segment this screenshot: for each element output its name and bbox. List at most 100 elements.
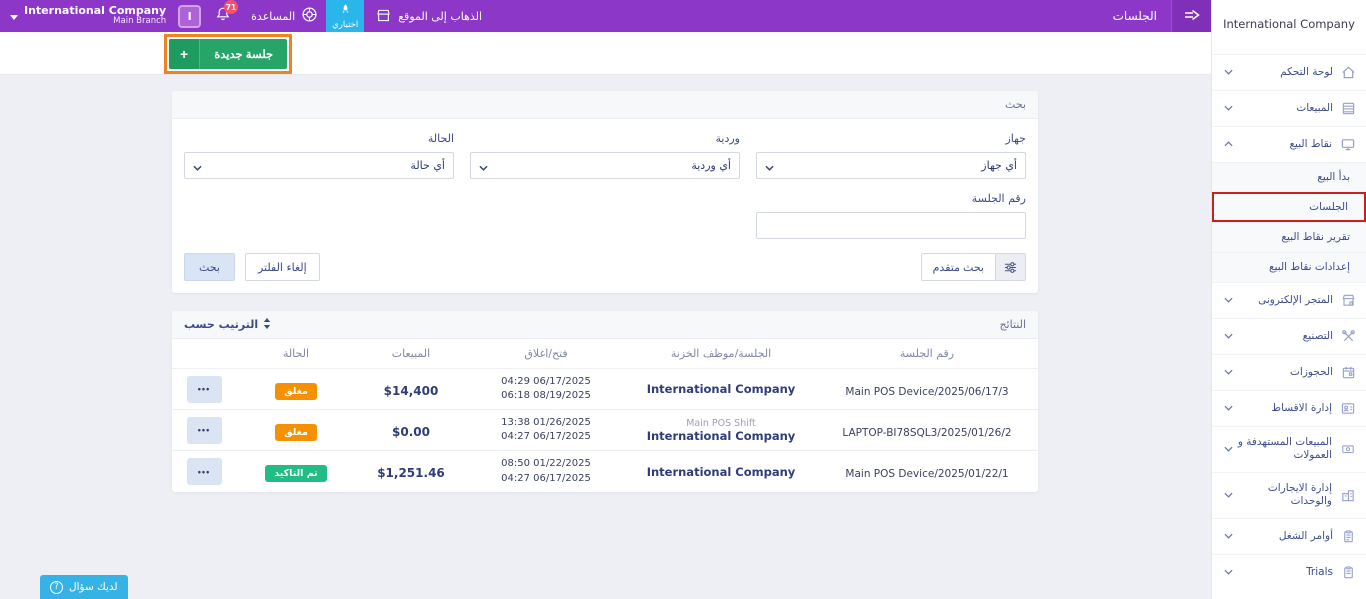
new-session-button[interactable]: جلسة جديدة +	[169, 39, 288, 69]
sidebar-subitem-label: الجلسات	[1309, 200, 1348, 213]
sidebar-item-2[interactable]: نقاط البيع	[1212, 125, 1366, 162]
sidebar-item-7[interactable]: المتجر الإلكترونى	[1212, 281, 1366, 318]
topbar-branch-name: Main Branch	[113, 16, 167, 27]
clear-filter-button[interactable]: إلغاء الفلتر	[244, 253, 320, 281]
sidebar-item-12[interactable]: إدارة الايجارات والوحدات	[1212, 471, 1366, 518]
sidebar-item-11[interactable]: المبيعات المستهدفة و العمولات	[1212, 425, 1366, 472]
session-number-cell: Main POS Device/2025/06/17/3	[845, 385, 1009, 398]
sidebar-item-label: إدارة الاقساط	[1271, 401, 1332, 414]
sidebar-item-0[interactable]: لوحة التحكم	[1212, 53, 1366, 90]
sales-cell: $1,251.46	[377, 466, 445, 480]
sidebar-subitem-3[interactable]: بدأ البيع	[1212, 161, 1366, 192]
advanced-search-label: بحث متقدم	[932, 261, 984, 274]
status-select-value: أي حالة	[410, 159, 445, 172]
status-label: الحالة	[427, 132, 454, 145]
shift-label: وردية	[715, 132, 740, 145]
sidebar-item-label: التصنيع	[1302, 329, 1333, 342]
commissions-icon	[1340, 442, 1356, 456]
sidebar-subitem-6[interactable]: إعدادات نقاط البيع	[1212, 251, 1366, 282]
chevron-down-icon	[1224, 446, 1233, 453]
page-title: الجلسات	[1112, 9, 1157, 23]
sidebar-item-1[interactable]: المبيعات	[1212, 89, 1366, 126]
toolbar-strip: جلسة جديدة +	[0, 32, 1211, 75]
status-cell: مغلق	[236, 418, 356, 443]
home-icon	[1341, 65, 1356, 80]
have-a-question-button[interactable]: لديك سؤال ?	[40, 575, 128, 599]
results-panel-title: النتائج	[999, 318, 1026, 331]
results-panel-header: النتائج الترتيب حسب	[172, 311, 1038, 339]
status-badge: مغلق	[275, 423, 317, 441]
sidebar-item-label: أوامر الشغل	[1278, 529, 1333, 542]
shift-select[interactable]: أي وردية	[470, 152, 740, 179]
chevron-down-icon	[479, 156, 488, 175]
reservations-icon	[1341, 365, 1356, 380]
sidebar-item-label: المتجر الإلكترونى	[1258, 293, 1333, 306]
trial-button[interactable]: اختياري	[326, 0, 365, 32]
sidebar-item-8[interactable]: التصنيع	[1212, 317, 1366, 354]
row-actions-button[interactable]: •••	[186, 375, 222, 403]
sidebar-subitem-4-active[interactable]: الجلسات	[1212, 191, 1366, 222]
store-icon	[1341, 293, 1356, 308]
topbar: International Company Main Branch I 71 ا…	[0, 0, 1211, 32]
open-close-cell: 08:50 01/22/2025 04:27 06/17/2025	[501, 458, 591, 484]
row-actions-button[interactable]: •••	[186, 416, 222, 444]
row-actions-button[interactable]: •••	[186, 458, 222, 485]
sidebar-item-14[interactable]: Trials	[1212, 553, 1366, 590]
search-button[interactable]: بحث	[184, 253, 235, 281]
plus-icon: +	[169, 39, 201, 69]
session-number-input[interactable]	[756, 212, 1026, 239]
help-label: المساعدة	[251, 9, 296, 23]
session-number-cell: LAPTOP-BI78SQL3/2025/01/26/2	[842, 426, 1012, 439]
chevron-down-icon	[1224, 369, 1233, 376]
avatar[interactable]: I	[178, 4, 202, 28]
chevron-down-icon	[1224, 405, 1233, 412]
company-selector-dropdown[interactable]: International Company Main Branch	[0, 0, 176, 32]
sidebar-item-9[interactable]: الحجوزات	[1212, 353, 1366, 390]
sidebar-item-13[interactable]: أوامر الشغل	[1212, 517, 1366, 554]
table-row-0: Main POS Device/2025/06/17/3 Internationa…	[172, 369, 1038, 410]
trials-icon	[1341, 565, 1356, 580]
app-screen: International Company Main Branch I 71 ا…	[0, 0, 1366, 599]
chevron-down-icon	[1224, 569, 1233, 576]
chevron-down-icon	[765, 156, 774, 175]
sidebar-subitem-label: إعدادات نقاط البيع	[1269, 261, 1350, 274]
sort-arrows-icon	[263, 317, 271, 332]
actions-cell: •••	[172, 415, 236, 446]
sidebar-collapse-button[interactable]	[1171, 0, 1211, 32]
session-number-cell: Main POS Device/2025/01/22/1	[845, 468, 1009, 480]
status-select[interactable]: أي حالة	[184, 152, 454, 179]
double-arrow-icon	[1183, 7, 1201, 26]
column-header-0: رقم الجلسة	[899, 347, 955, 360]
go-to-site-label: الذهاب إلى الموقع	[398, 9, 483, 23]
caret-down-icon	[10, 14, 18, 20]
chevron-up-icon	[1224, 141, 1233, 147]
advanced-search-button[interactable]: بحث متقدم	[920, 253, 1026, 281]
sales-icon	[1341, 101, 1356, 116]
notification-count-badge: 71	[223, 0, 239, 14]
notifications-button[interactable]: 71	[215, 0, 239, 26]
rentals-icon	[1340, 488, 1356, 503]
pos-icon	[1340, 137, 1356, 152]
sales-cell: $0.00	[392, 424, 430, 439]
sliders-icon	[995, 254, 1025, 280]
sort-by-label: الترتيب حسب	[184, 318, 259, 331]
device-select-value: أي جهاز	[981, 159, 1017, 172]
session-number-label: رقم الجلسة	[971, 192, 1026, 205]
installments-icon	[1340, 401, 1356, 416]
storefront-icon	[376, 7, 391, 26]
sidebar-item-label: إدارة الايجارات والوحدات	[1267, 481, 1332, 508]
device-select[interactable]: أي جهاز	[756, 152, 1026, 179]
go-to-site-button[interactable]: الذهاب إلى الموقع	[376, 7, 482, 26]
actions-cell: •••	[172, 374, 236, 405]
sidebar-subitem-5[interactable]: تقرير نقاط البيع	[1212, 221, 1366, 252]
sidebar-item-label: المبيعات	[1296, 101, 1333, 114]
chevron-down-icon	[193, 156, 202, 175]
help-button[interactable]: المساعدة	[251, 6, 318, 27]
sidebar-item-10[interactable]: إدارة الاقساط	[1212, 389, 1366, 426]
sort-by-button[interactable]: الترتيب حسب	[184, 317, 271, 332]
status-badge: تم التاكيد	[265, 465, 327, 482]
table-header-row: رقم الجلسة الجلسة/موظف الخزنة فتح/اغلاق الم…	[172, 339, 1038, 369]
chevron-down-icon	[1224, 533, 1233, 540]
sidebar-item-label: لوحة التحكم	[1280, 65, 1333, 78]
cashier-cell: Main POS Shift International Company	[646, 417, 796, 443]
